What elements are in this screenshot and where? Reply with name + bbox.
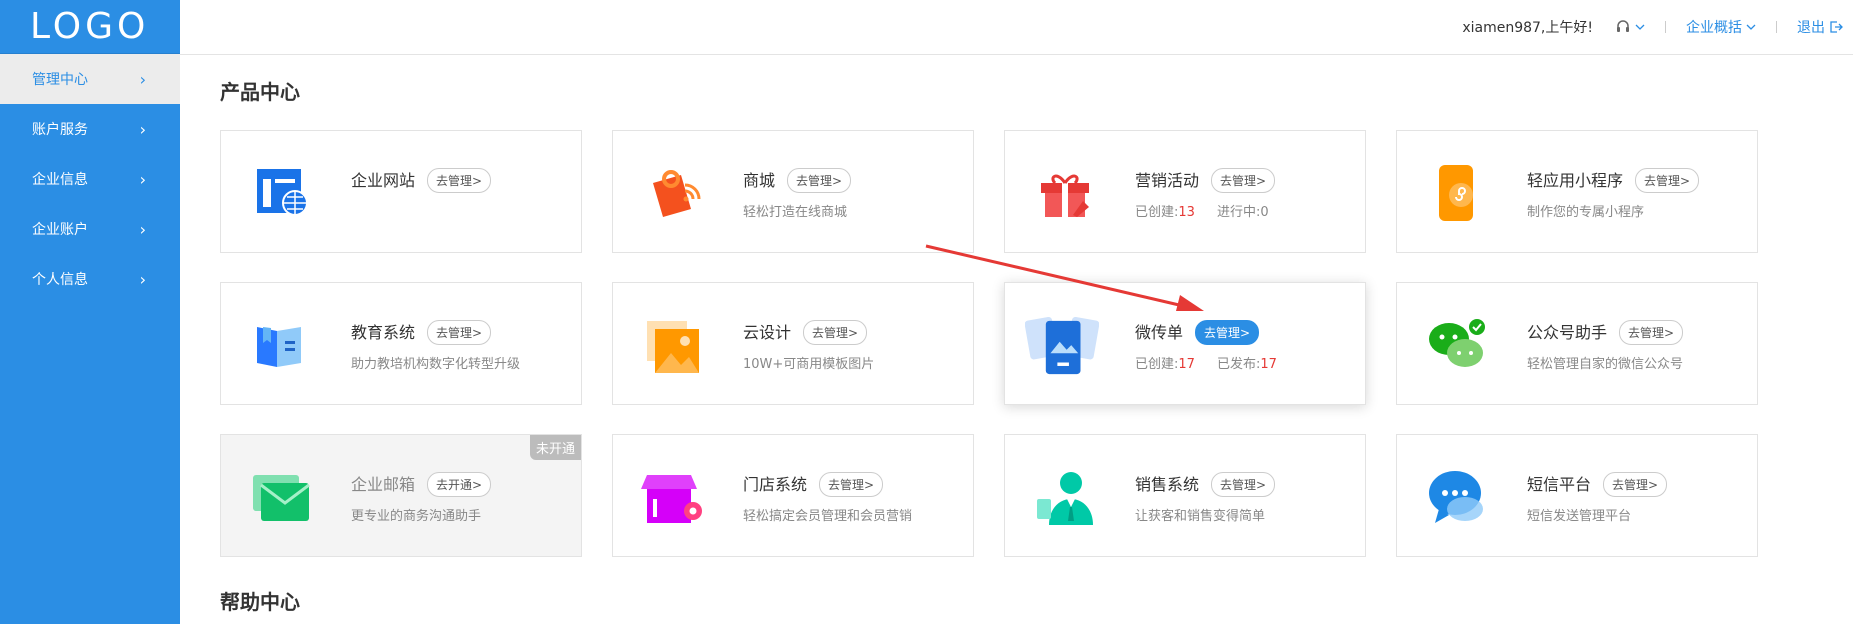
chevron-right-icon: › xyxy=(139,69,146,89)
sidebar-item-label: 个人信息 xyxy=(32,272,88,288)
card-mini-program[interactable]: 轻应用小程序 去管理> 制作您的专属小程序 xyxy=(1396,130,1758,253)
sidebar-item-account-service[interactable]: 账户服务 › xyxy=(0,104,180,154)
card-stats: 已创建:17 已发布:17 xyxy=(1135,357,1277,372)
sidebar-item-management-center[interactable]: 管理中心 › xyxy=(0,54,180,104)
card-cloud-design[interactable]: 云设计 去管理> 10W+可商用模板图片 xyxy=(612,282,974,405)
card-store-system[interactable]: 门店系统 去管理> 轻松搞定会员管理和会员营销 xyxy=(612,434,974,557)
topbar: xiamen987,上午好! 企业概括 退出 xyxy=(180,0,1853,55)
section-title-help: 帮助中心 xyxy=(220,590,300,614)
card-title: 轻应用小程序 去管理> xyxy=(1527,167,1700,193)
gift-icon xyxy=(1041,174,1089,217)
mini-program-icon xyxy=(1439,165,1473,221)
card-education[interactable]: 教育系统 去管理> 助力教培机构数字化转型升级 xyxy=(220,282,582,405)
greeting-text: xiamen987,上午好! xyxy=(1462,20,1593,36)
flyer-icon xyxy=(1025,317,1099,375)
card-title: 云设计 去管理> xyxy=(743,319,868,345)
card-description: 10W+可商用模板图片 xyxy=(743,357,875,372)
company-overview-label: 企业概括 xyxy=(1686,20,1742,36)
card-description: 轻松搞定会员管理和会员营销 xyxy=(743,509,913,524)
card-title: 企业网站 去管理> xyxy=(351,167,492,193)
card-description: 轻松打造在线商城 xyxy=(743,205,848,220)
card-description: 助力教培机构数字化转型升级 xyxy=(351,357,521,372)
image-icon xyxy=(647,321,699,373)
card-description: 轻松管理自家的微信公众号 xyxy=(1527,357,1684,372)
book-icon xyxy=(257,327,301,367)
chevron-down-icon xyxy=(1746,24,1756,30)
card-description: 让获客和销售变得简单 xyxy=(1135,509,1266,524)
card-title: 门店系统 去管理> xyxy=(743,471,884,497)
logout-button[interactable]: 退出 xyxy=(1797,17,1843,37)
company-overview-dropdown[interactable]: 企业概括 xyxy=(1686,17,1756,37)
sidebar-item-personal-info[interactable]: 个人信息 › xyxy=(0,254,180,304)
card-title: 公众号助手 去管理> xyxy=(1527,319,1684,345)
divider xyxy=(1776,21,1777,33)
email-icon xyxy=(253,475,310,521)
card-title: 短信平台 去管理> xyxy=(1527,471,1668,497)
card-official-account[interactable]: 公众号助手 去管理> 轻松管理自家的微信公众号 xyxy=(1396,282,1758,405)
card-description: 短信发送管理平台 xyxy=(1527,509,1632,524)
chevron-right-icon: › xyxy=(139,219,146,239)
manage-button[interactable]: 去管理> xyxy=(803,320,868,345)
sidebar-item-label: 管理中心 xyxy=(32,72,88,88)
manage-button[interactable]: 去管理> xyxy=(819,472,884,497)
card-marketing[interactable]: 营销活动 去管理> 已创建:13 进行中:0 xyxy=(1004,130,1366,253)
card-title: 教育系统 去管理> xyxy=(351,319,492,345)
card-sales-system[interactable]: 销售系统 去管理> 让获客和销售变得简单 xyxy=(1004,434,1366,557)
manage-button[interactable]: 去管理> xyxy=(787,168,852,193)
card-stats: 已创建:13 进行中:0 xyxy=(1135,205,1269,220)
sidebar-item-company-account[interactable]: 企业账户 › xyxy=(0,204,180,254)
manage-button[interactable]: 去管理> xyxy=(427,320,492,345)
card-title: 企业邮箱 去开通> xyxy=(351,471,492,497)
sidebar-item-label: 企业账户 xyxy=(32,222,88,238)
sidebar-item-label: 企业信息 xyxy=(32,172,88,188)
card-company-website[interactable]: 企业网站 去管理> xyxy=(220,130,582,253)
manage-button[interactable]: 去管理> xyxy=(1211,168,1276,193)
card-enterprise-email[interactable]: 未开通 企业邮箱 去开通> 更专业的商务沟通助手 xyxy=(220,434,582,557)
not-activated-badge: 未开通 xyxy=(529,435,581,460)
chevron-right-icon: › xyxy=(139,169,146,189)
card-title: 营销活动 去管理> xyxy=(1135,167,1276,193)
manage-button[interactable]: 去管理> xyxy=(1619,320,1684,345)
logo: LOGO xyxy=(0,0,180,54)
support-dropdown[interactable] xyxy=(1615,19,1645,35)
main-content: 产品中心 企业网站 去管理> 商城 去管理> 轻松打造在线商城 营销活动 去管理> xyxy=(180,56,1853,624)
manage-button[interactable]: 去管理> xyxy=(1635,168,1700,193)
wechat-icon xyxy=(1429,319,1485,367)
activate-button[interactable]: 去开通> xyxy=(427,472,492,497)
chat-bubble-icon xyxy=(1429,471,1483,523)
headset-icon xyxy=(1617,20,1629,32)
manage-button[interactable]: 去管理> xyxy=(1195,320,1260,345)
card-description: 更专业的商务沟通助手 xyxy=(351,509,482,524)
sidebar: LOGO 管理中心 › 账户服务 › 企业信息 › 企业账户 › 个人信息 › xyxy=(0,0,180,624)
store-icon xyxy=(641,475,702,523)
card-description: 制作您的专属小程序 xyxy=(1527,205,1645,220)
chevron-right-icon: › xyxy=(139,119,146,139)
logout-icon xyxy=(1830,21,1843,33)
card-mall[interactable]: 商城 去管理> 轻松打造在线商城 xyxy=(612,130,974,253)
salesperson-icon xyxy=(1037,472,1093,525)
website-icon xyxy=(257,169,308,216)
shopping-bag-icon xyxy=(653,170,701,217)
card-title: 微传单 去管理> xyxy=(1135,319,1260,345)
logout-label: 退出 xyxy=(1797,20,1825,36)
divider xyxy=(1665,21,1666,33)
card-micro-flyer[interactable]: 微传单 去管理> 已创建:17 已发布:17 xyxy=(1004,282,1366,405)
manage-button[interactable]: 去管理> xyxy=(1603,472,1668,497)
chevron-down-icon xyxy=(1635,24,1645,30)
manage-button[interactable]: 去管理> xyxy=(1211,472,1276,497)
section-title-products: 产品中心 xyxy=(220,80,300,104)
sidebar-item-label: 账户服务 xyxy=(32,122,88,138)
card-title: 商城 去管理> xyxy=(743,167,852,193)
chevron-right-icon: › xyxy=(139,269,146,289)
card-title: 销售系统 去管理> xyxy=(1135,471,1276,497)
card-sms-platform[interactable]: 短信平台 去管理> 短信发送管理平台 xyxy=(1396,434,1758,557)
sidebar-item-company-info[interactable]: 企业信息 › xyxy=(0,154,180,204)
manage-button[interactable]: 去管理> xyxy=(427,168,492,193)
